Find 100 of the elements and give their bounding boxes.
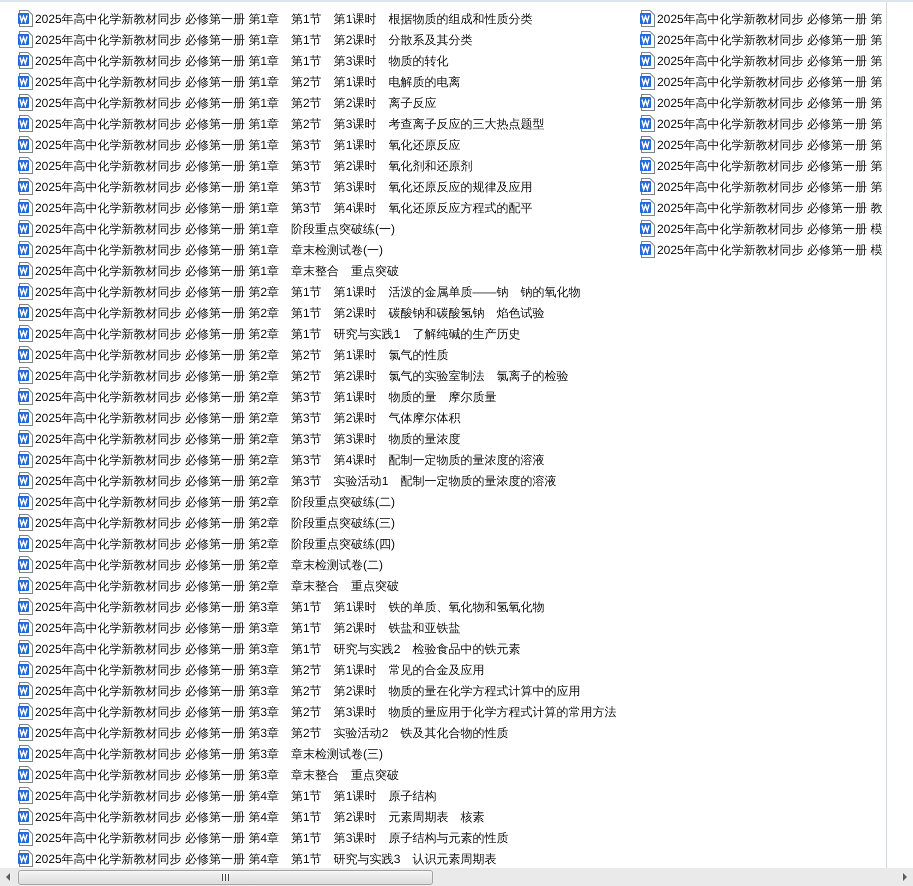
- file-name[interactable]: 2025年高中化学新教材同步 必修第一册 第1章 第1节 第2课时 分散系及其分类: [35, 32, 472, 48]
- grip-icon: [222, 874, 229, 880]
- file-name[interactable]: 2025年高中化学新教材同步 必修第一册 第2章 第3节 第4课时 配制一定物质的量浓度的溶液: [35, 452, 544, 468]
- file-name[interactable]: 2025年高中化学新教材同步 必修第一册 第3章 第1节 第1课时 铁的单质、氧化物和氢氧化物: [35, 598, 544, 614]
- file-name[interactable]: 2025年高中化学新教材同步 必修第一册 第: [657, 10, 882, 26]
- file-name[interactable]: 2025年高中化学新教材同步 必修第一册 第: [657, 136, 882, 152]
- word-document-icon: [18, 157, 33, 174]
- word-document-icon: [18, 73, 33, 90]
- file-name[interactable]: 2025年高中化学新教材同步 必修第一册 第1章 阶段重点突破练(一): [35, 220, 396, 236]
- file-name[interactable]: 2025年高中化学新教材同步 必修第一册 第1章 第2节 第1课时 电解质的电离: [35, 74, 460, 90]
- horizontal-scrollbar[interactable]: [0, 868, 913, 886]
- file-name[interactable]: 2025年高中化学新教材同步 必修第一册 第2章 第2节 第1课时 氯气的性质: [35, 346, 448, 362]
- word-document-icon: [18, 115, 33, 132]
- file-name[interactable]: 2025年高中化学新教材同步 必修第一册 第2章 第3节 第3课时 物质的量浓度: [35, 430, 460, 446]
- word-document-icon: [18, 556, 33, 573]
- file-name[interactable]: 2025年高中化学新教材同步 必修第一册 第2章 章末检测试卷(二): [35, 556, 384, 572]
- file-name[interactable]: 2025年高中化学新教材同步 必修第一册 第4章 第1节 第3课时 原子结构与元素的性质: [35, 830, 508, 846]
- word-document-icon: [18, 451, 33, 468]
- file-name[interactable]: 2025年高中化学新教材同步 必修第一册 第1章 第3节 第3课时 氧化还原反应的规律及应用: [35, 178, 532, 194]
- file-name[interactable]: 2025年高中化学新教材同步 必修第一册 第1章 第1节 第3课时 物质的转化: [35, 52, 448, 68]
- file-name[interactable]: 2025年高中化学新教材同步 必修第一册 第2章 阶段重点突破练(四): [35, 536, 396, 552]
- word-document-icon: [640, 52, 655, 69]
- word-document-icon: [18, 850, 33, 867]
- file-name[interactable]: 2025年高中化学新教材同步 必修第一册 第2章 章末整合 重点突破: [35, 578, 400, 594]
- word-document-icon: [18, 52, 33, 69]
- word-document-icon: [18, 346, 33, 363]
- word-document-icon: [640, 10, 655, 27]
- word-document-icon: [18, 598, 33, 615]
- word-document-icon: [18, 94, 33, 111]
- word-document-icon: [18, 640, 33, 657]
- file-name[interactable]: 2025年高中化学新教材同步 必修第一册 第: [657, 158, 882, 174]
- file-name[interactable]: 2025年高中化学新教材同步 必修第一册 第: [657, 178, 882, 194]
- word-document-icon: [18, 241, 33, 258]
- file-name[interactable]: 2025年高中化学新教材同步 必修第一册 第1章 第1节 第1课时 根据物质的组成和性质分类: [35, 10, 532, 26]
- word-document-icon: [18, 745, 33, 762]
- file-name[interactable]: 2025年高中化学新教材同步 必修第一册 第1章 第3节 第2课时 氧化剂和还原剂: [35, 158, 472, 174]
- file-name[interactable]: 2025年高中化学新教材同步 必修第一册 第4章 第1节 第2课时 元素周期表 核素: [35, 808, 484, 824]
- word-document-icon: [18, 766, 33, 783]
- word-document-icon: [18, 829, 33, 846]
- file-name[interactable]: 2025年高中化学新教材同步 必修第一册 第1章 章末检测试卷(一): [35, 242, 384, 258]
- file-name[interactable]: 2025年高中化学新教材同步 必修第一册 第: [657, 94, 882, 110]
- word-document-icon: [18, 430, 33, 447]
- word-document-icon: [18, 31, 33, 48]
- file-name[interactable]: 2025年高中化学新教材同步 必修第一册 第2章 第2节 第2课时 氯气的实验室制法 氯离子的检验: [35, 368, 568, 384]
- file-name[interactable]: 2025年高中化学新教材同步 必修第一册 第: [657, 32, 882, 48]
- file-name[interactable]: 2025年高中化学新教材同步 必修第一册 第3章 第1节 研究与实践2 检验食品中的铁元素: [35, 640, 520, 656]
- word-document-icon: [18, 325, 33, 342]
- file-name[interactable]: 2025年高中化学新教材同步 必修第一册 第3章 第2节 第3课时 物质的量应用于化学方程式计算的常用方法: [35, 704, 616, 720]
- word-document-icon: [640, 136, 655, 153]
- scroll-left-icon[interactable]: [5, 873, 11, 881]
- file-name[interactable]: 2025年高中化学新教材同步 必修第一册 第2章 第3节 第1课时 物质的量 摩尔质量: [35, 388, 496, 404]
- word-document-icon: [18, 409, 33, 426]
- word-document-icon: [18, 808, 33, 825]
- file-name[interactable]: 2025年高中化学新教材同步 必修第一册 第: [657, 52, 882, 68]
- file-name[interactable]: 2025年高中化学新教材同步 必修第一册 教: [657, 200, 882, 216]
- word-document-icon: [18, 367, 33, 384]
- file-name[interactable]: 2025年高中化学新教材同步 必修第一册 第2章 第3节 第2课时 气体摩尔体积: [35, 410, 460, 426]
- file-name[interactable]: 2025年高中化学新教材同步 必修第一册 第3章 第2节 第2课时 物质的量在化学方程式计算中的应用: [35, 682, 580, 698]
- file-name[interactable]: 2025年高中化学新教材同步 必修第一册 第1章 第2节 第2课时 离子反应: [35, 94, 436, 110]
- word-document-icon: [640, 31, 655, 48]
- word-document-icon: [18, 787, 33, 804]
- file-name[interactable]: 2025年高中化学新教材同步 必修第一册 第2章 第1节 第2课时 碳酸钠和碳酸氢钠 焰色试验: [35, 304, 544, 320]
- word-document-icon: [640, 73, 655, 90]
- word-document-icon: [18, 724, 33, 741]
- file-name[interactable]: 2025年高中化学新教材同步 必修第一册 第3章 第2节 第1课时 常见的合金及应用: [35, 662, 484, 678]
- word-document-icon: [18, 514, 33, 531]
- file-name[interactable]: 2025年高中化学新教材同步 必修第一册 第2章 阶段重点突破练(二): [35, 494, 396, 510]
- word-document-icon: [18, 10, 33, 27]
- file-name[interactable]: 2025年高中化学新教材同步 必修第一册 第3章 第1节 第2课时 铁盐和亚铁盐: [35, 620, 460, 636]
- file-name[interactable]: 2025年高中化学新教材同步 必修第一册 第4章 第1节 第1课时 原子结构: [35, 788, 436, 804]
- scroll-right-icon[interactable]: [902, 873, 908, 881]
- word-document-icon: [640, 199, 655, 216]
- word-document-icon: [18, 220, 33, 237]
- word-document-icon: [18, 136, 33, 153]
- file-name[interactable]: 2025年高中化学新教材同步 必修第一册 第1章 第3节 第1课时 氧化还原反应: [35, 136, 460, 152]
- file-name[interactable]: 2025年高中化学新教材同步 必修第一册 第3章 第2节 实验活动2 铁及其化合物的性质: [35, 724, 508, 740]
- word-document-icon: [18, 703, 33, 720]
- file-name[interactable]: 2025年高中化学新教材同步 必修第一册 第2章 第3节 实验活动1 配制一定物质的量浓度的溶液: [35, 472, 556, 488]
- file-name[interactable]: 2025年高中化学新教材同步 必修第一册 模: [657, 220, 882, 236]
- file-name[interactable]: 2025年高中化学新教材同步 必修第一册 第3章 章末整合 重点突破: [35, 766, 400, 782]
- word-document-icon: [18, 682, 33, 699]
- word-document-icon: [640, 178, 655, 195]
- file-name[interactable]: 2025年高中化学新教材同步 必修第一册 第4章 第1节 研究与实践3 认识元素周期表: [35, 850, 496, 866]
- word-document-icon: [640, 94, 655, 111]
- file-name[interactable]: 2025年高中化学新教材同步 必修第一册 第: [657, 116, 882, 132]
- file-name[interactable]: 2025年高中化学新教材同步 必修第一册 第1章 第3节 第4课时 氧化还原反应方程式的配平: [35, 200, 532, 216]
- file-name[interactable]: 2025年高中化学新教材同步 必修第一册 第2章 阶段重点突破练(三): [35, 514, 396, 530]
- word-document-icon: [640, 220, 655, 237]
- file-name[interactable]: 2025年高中化学新教材同步 必修第一册 第1章 第2节 第3课时 考查离子反应的三大热点题型: [35, 116, 544, 132]
- scrollbar-thumb[interactable]: [18, 870, 433, 884]
- file-name[interactable]: 2025年高中化学新教材同步 必修第一册 第2章 第1节 第1课时 活泼的金属单质——钠 钠的氧化物: [35, 284, 580, 300]
- word-document-icon: [18, 577, 33, 594]
- file-name[interactable]: 2025年高中化学新教材同步 必修第一册 模: [657, 242, 882, 258]
- file-name[interactable]: 2025年高中化学新教材同步 必修第一册 第3章 章末检测试卷(三): [35, 746, 384, 762]
- word-document-icon: [640, 157, 655, 174]
- file-name[interactable]: 2025年高中化学新教材同步 必修第一册 第: [657, 74, 882, 90]
- word-document-icon: [18, 178, 33, 195]
- file-name[interactable]: 2025年高中化学新教材同步 必修第一册 第1章 章末整合 重点突破: [35, 262, 400, 278]
- file-name[interactable]: 2025年高中化学新教材同步 必修第一册 第2章 第1节 研究与实践1 了解纯碱的生产历史: [35, 326, 520, 342]
- word-document-icon: [18, 262, 33, 279]
